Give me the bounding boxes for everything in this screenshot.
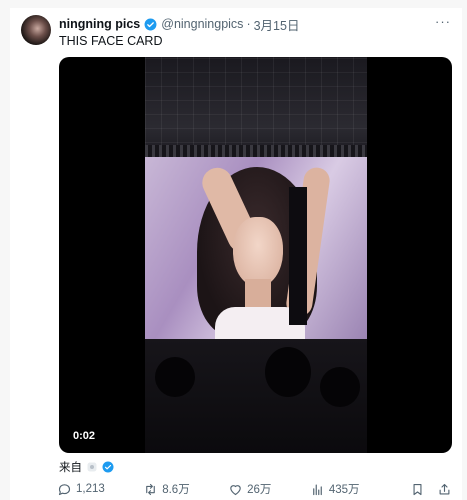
view-count: 435万: [328, 484, 360, 496]
crowd-head: [320, 367, 360, 407]
bookmark-icon: [413, 483, 422, 495]
like-button[interactable]: 26万: [228, 481, 271, 497]
crowd-head: [155, 357, 195, 397]
stage-ceiling: [145, 57, 367, 157]
views-button[interactable]: 435万: [310, 481, 360, 497]
tweet-text: THIS FACE CARD: [59, 34, 163, 48]
retweet-button[interactable]: 8.6万: [143, 481, 190, 497]
source-line: 来自: [59, 459, 114, 475]
stage-screen: [145, 157, 367, 339]
video-timestamp: 0:02: [68, 428, 101, 444]
avatar[interactable]: [21, 15, 51, 45]
stage-truss: [145, 145, 367, 157]
separator-dot: ·: [246, 17, 251, 31]
secondary-actions: [398, 482, 452, 497]
video-frame: [145, 57, 367, 453]
analytics-icon: [313, 484, 322, 495]
display-name[interactable]: ningning pics: [59, 17, 140, 31]
retweet-icon: [146, 483, 156, 495]
like-count: 26万: [247, 484, 272, 496]
author-handle[interactable]: @ningningpics: [161, 17, 243, 31]
video-player[interactable]: 0:02: [59, 57, 452, 453]
heart-icon: [230, 484, 241, 495]
crowd-head: [265, 347, 311, 397]
performer-face: [233, 217, 283, 287]
performer-neck: [245, 279, 271, 309]
reply-icon: [58, 483, 71, 495]
more-options-icon[interactable]: ···: [435, 14, 451, 29]
post-date[interactable]: 3月15日: [254, 15, 300, 34]
hanging-speaker: [289, 187, 307, 325]
retweet-count: 8.6万: [162, 484, 190, 496]
reply-button[interactable]: 1,213: [57, 482, 105, 497]
verified-badge-icon: [102, 461, 114, 473]
tweet-header: ningning pics @ningningpics · 3月15日: [59, 15, 300, 34]
share-icon: [439, 483, 450, 494]
action-bar: 1,213 8.6万 26万 435万: [57, 480, 452, 498]
reply-count: 1,213: [76, 483, 105, 495]
source-label: 来自: [59, 462, 82, 474]
verified-badge-icon: [144, 18, 157, 30]
tweet-card: ningning pics @ningningpics · 3月15日 ··· …: [10, 8, 462, 500]
source-app-icon[interactable]: [86, 461, 98, 473]
share-button[interactable]: [437, 482, 452, 497]
bookmark-button[interactable]: [410, 482, 425, 497]
